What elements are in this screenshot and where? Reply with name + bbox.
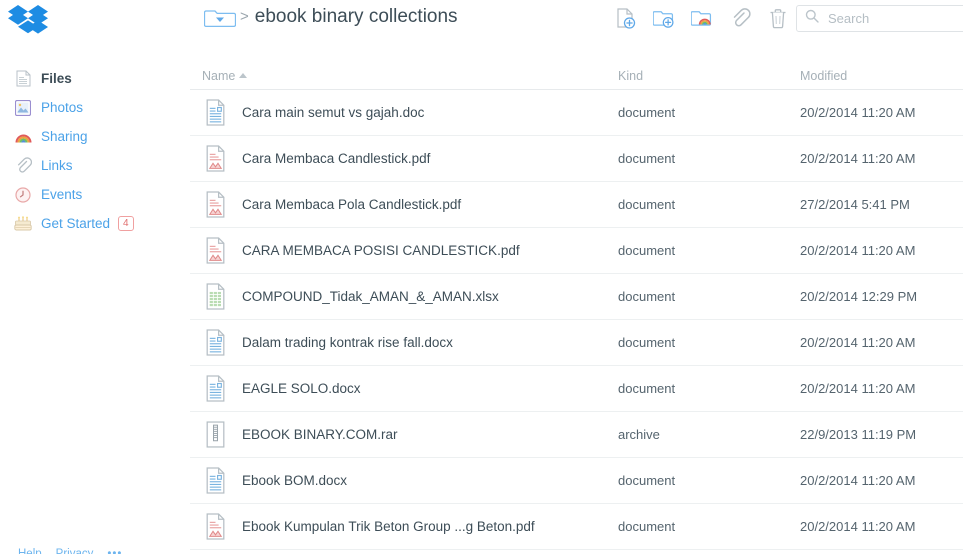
file-kind: document <box>618 197 676 212</box>
breadcrumb-separator: > <box>240 8 249 25</box>
file-kind: document <box>618 151 676 166</box>
doc-file-icon <box>204 375 226 402</box>
file-name: EAGLE SOLO.docx <box>242 381 361 396</box>
table-row[interactable]: Cara main semut vs gajah.doc document 20/2… <box>190 90 963 136</box>
sidebar-item-label: Get Started <box>41 215 111 231</box>
file-kind: archive <box>618 427 660 442</box>
file-kind: document <box>618 289 676 304</box>
search-icon <box>805 9 819 28</box>
sidebar-item-label: Files <box>41 70 72 86</box>
file-name: Cara Membaca Pola Candlestick.pdf <box>242 197 462 212</box>
new-folder-button[interactable] <box>653 6 675 30</box>
sidebar: Files Photos Sharing Links Events Get St… <box>0 0 190 554</box>
page-title: ebook binary collections <box>254 5 458 27</box>
archive-file-icon <box>204 421 226 448</box>
folder-dropdown-icon[interactable] <box>202 4 238 29</box>
sidebar-footer: Help Privacy ••• <box>18 548 122 554</box>
file-kind: document <box>618 519 676 534</box>
sidebar-item-label: Photos <box>41 99 84 115</box>
sidebar-item-links[interactable]: Links <box>0 151 190 180</box>
file-table: Name Kind Modified Cara main semut vs ga… <box>190 40 963 554</box>
get-link-button[interactable] <box>729 6 751 30</box>
dropbox-logo[interactable] <box>8 3 48 39</box>
table-row[interactable]: Dalam trading kontrak rise fall.docx docu… <box>190 320 963 366</box>
table-row[interactable]: EAGLE SOLO.docx document 20/2/2014 11:20 A… <box>190 366 963 412</box>
file-modified: 20/2/2014 11:20 AM <box>800 335 916 350</box>
file-modified: 20/2/2014 11:20 AM <box>800 105 916 120</box>
doc-file-icon <box>204 467 226 494</box>
privacy-link[interactable]: Privacy <box>56 548 94 554</box>
photo-icon <box>14 99 32 117</box>
table-header: Name Kind Modified <box>190 40 963 90</box>
file-kind: document <box>618 381 676 396</box>
file-modified: 20/2/2014 11:20 AM <box>800 151 916 166</box>
sidebar-item-label: Events <box>41 186 83 202</box>
paperclip-icon <box>14 157 32 175</box>
pdf-file-icon <box>204 191 226 218</box>
table-row[interactable]: CARA MEMBACA POSISI CANDLESTICK.pdf docum… <box>190 228 963 274</box>
file-kind: document <box>618 473 676 488</box>
table-row[interactable]: EBOOK BINARY.COM.rar archive 22/9/2013 11:… <box>190 412 963 458</box>
topbar: > ebook binary collections <box>190 0 963 40</box>
pdf-file-icon <box>204 145 226 172</box>
status-badge: 4 <box>118 216 134 231</box>
sidebar-item-sharing[interactable]: Sharing <box>0 122 190 151</box>
upload-file-button[interactable] <box>615 6 637 30</box>
file-name: Cara Membaca Candlestick.pdf <box>242 151 431 166</box>
column-header-modified[interactable]: Modified <box>800 69 847 83</box>
more-options-icon[interactable]: ••• <box>107 548 122 554</box>
file-name: Ebook BOM.docx <box>242 473 348 488</box>
sidebar-item-label: Links <box>41 157 73 173</box>
delete-button[interactable] <box>767 6 789 30</box>
file-name: Dalam trading kontrak rise fall.docx <box>242 335 453 350</box>
file-modified: 20/2/2014 11:20 AM <box>800 519 916 534</box>
cake-icon <box>14 215 32 233</box>
file-name: EBOOK BINARY.COM.rar <box>242 427 398 442</box>
doc-file-icon <box>204 99 226 126</box>
file-modified: 20/2/2014 11:20 AM <box>800 381 916 396</box>
clock-icon <box>14 186 32 204</box>
sort-ascending-icon <box>239 73 248 78</box>
sidebar-item-label: Sharing <box>41 128 88 144</box>
pdf-file-icon <box>204 237 226 264</box>
breadcrumb: > ebook binary collections <box>202 4 458 29</box>
xlsx-file-icon <box>204 283 226 310</box>
help-link[interactable]: Help <box>18 548 42 554</box>
share-folder-button[interactable] <box>691 6 713 30</box>
table-row[interactable]: Cara Membaca Pola Candlestick.pdf documen… <box>190 182 963 228</box>
column-header-name[interactable]: Name <box>202 69 248 83</box>
file-modified: 20/2/2014 11:20 AM <box>800 243 916 258</box>
file-name: Ebook Kumpulan Trik Beton Group ...g Bet… <box>242 519 535 534</box>
file-name: CARA MEMBACA POSISI CANDLESTICK.pdf <box>242 243 520 258</box>
pdf-file-icon <box>204 513 226 540</box>
column-label-name: Name <box>202 69 236 83</box>
file-kind: document <box>618 243 676 258</box>
sidebar-item-get-started[interactable]: Get Started 4 <box>0 209 190 238</box>
table-row[interactable]: Ebook BOM.docx document 20/2/2014 11:20 AM <box>190 458 963 504</box>
search-input[interactable] <box>826 10 956 27</box>
file-name: Cara main semut vs gajah.doc <box>242 105 425 120</box>
toolbar <box>615 6 789 30</box>
sidebar-item-events[interactable]: Events <box>0 180 190 209</box>
file-modified: 20/2/2014 12:29 PM <box>800 289 918 304</box>
dropbox-file-browser: Files Photos Sharing Links Events Get St… <box>0 0 963 554</box>
table-row[interactable]: Ebook Kumpulan Trik Beton Group ...g Bet… <box>190 504 963 550</box>
file-kind: document <box>618 335 676 350</box>
document-icon <box>14 70 32 88</box>
file-modified: 27/2/2014 5:41 PM <box>800 197 910 212</box>
file-name: COMPOUND_Tidak_AMAN_&_AMAN.xlsx <box>242 289 499 304</box>
file-modified: 20/2/2014 11:20 AM <box>800 473 916 488</box>
table-body: Cara main semut vs gajah.doc document 20/2… <box>190 90 963 550</box>
file-modified: 22/9/2013 11:19 PM <box>800 427 917 442</box>
sidebar-item-photos[interactable]: Photos <box>0 93 190 122</box>
search-box[interactable] <box>796 5 963 32</box>
doc-file-icon <box>204 329 226 356</box>
table-row[interactable]: Cara Membaca Candlestick.pdf document 20/2… <box>190 136 963 182</box>
table-row[interactable]: COMPOUND_Tidak_AMAN_&_AMAN.xlsx document 2… <box>190 274 963 320</box>
sidebar-item-files[interactable]: Files <box>0 64 190 93</box>
column-header-kind[interactable]: Kind <box>618 69 643 83</box>
sidebar-nav: Files Photos Sharing Links Events Get St… <box>0 64 190 238</box>
rainbow-icon <box>14 128 32 146</box>
file-kind: document <box>618 105 676 120</box>
